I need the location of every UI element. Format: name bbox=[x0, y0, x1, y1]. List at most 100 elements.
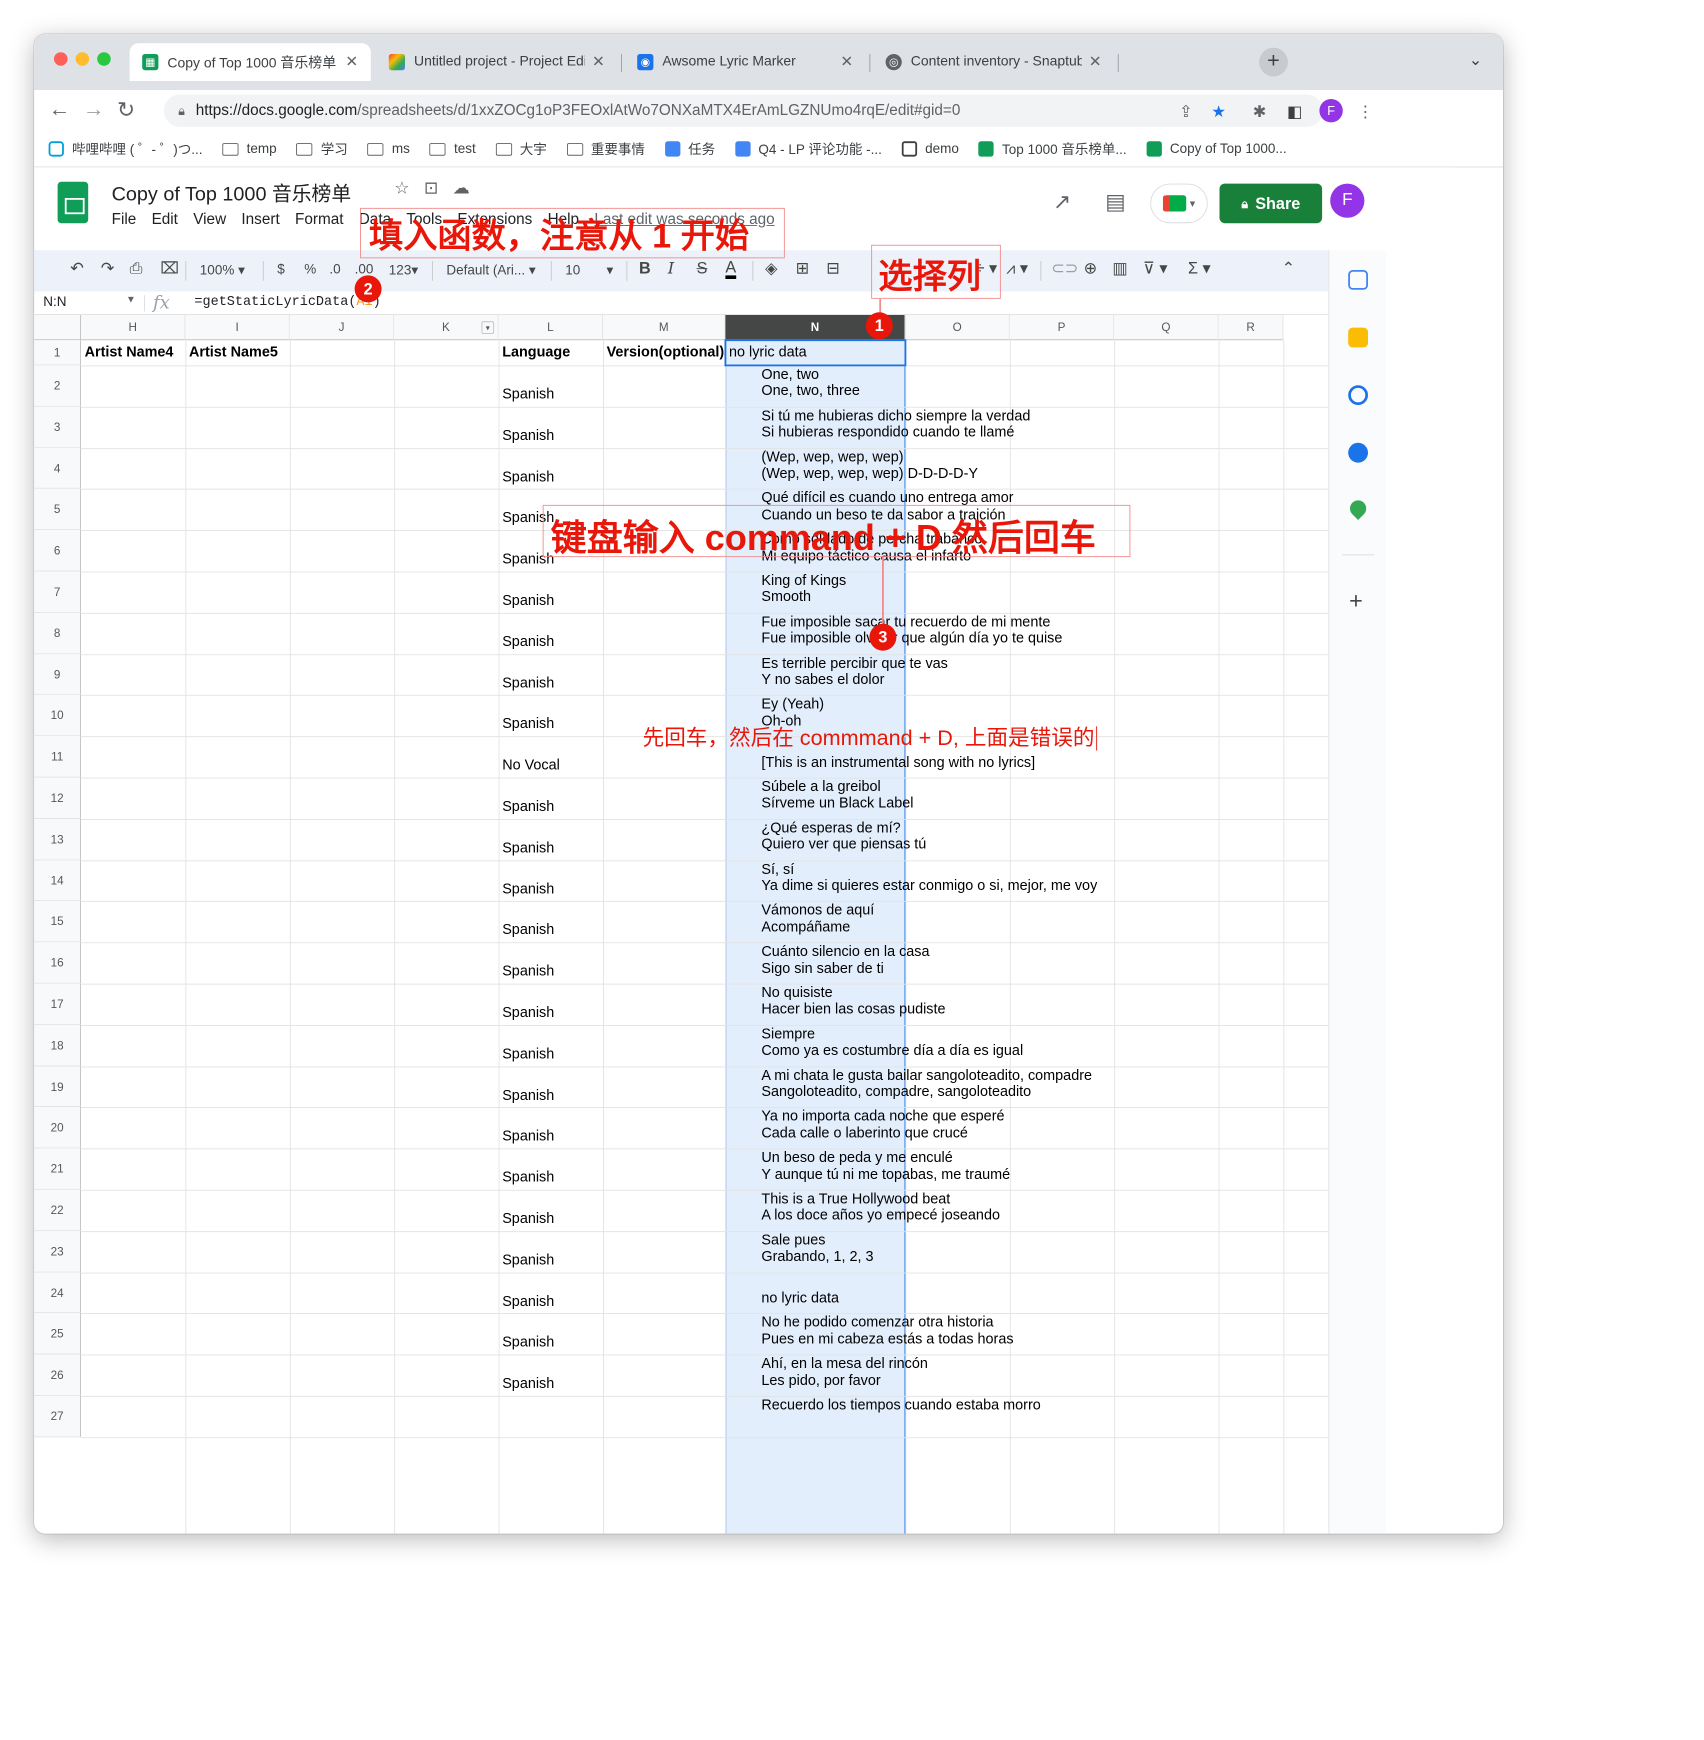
collapse-menus-chevron-icon[interactable]: ⌃ bbox=[1282, 259, 1296, 278]
lyric-cell[interactable]: This is a True Hollywood beat A los doce … bbox=[761, 1192, 1000, 1231]
account-avatar[interactable]: F bbox=[1330, 183, 1365, 218]
spreadsheet-grid[interactable]: H I J K ▾ L M N O P Q R 1 Artist Name4 Artist Name5 Lan… bbox=[34, 315, 1329, 1534]
lyric-cell[interactable]: King of Kings Smooth bbox=[761, 573, 846, 612]
cell-language[interactable]: Spanish bbox=[502, 387, 554, 403]
lyric-cell[interactable]: Ya no importa cada noche que esperé Cada … bbox=[761, 1109, 1004, 1148]
maps-pin-icon[interactable] bbox=[1346, 497, 1370, 520]
comment-history-icon[interactable]: ▤ bbox=[1105, 189, 1125, 215]
lyric-cell[interactable]: Vámonos de aquí Acompáñame bbox=[761, 903, 874, 942]
borders-icon[interactable]: ⊞ bbox=[796, 259, 810, 278]
calendar-icon[interactable] bbox=[1348, 270, 1368, 290]
cell-l1[interactable]: Language bbox=[502, 345, 570, 361]
row-header[interactable]: 18 bbox=[34, 1024, 81, 1067]
cell-language[interactable]: Spanish bbox=[502, 1253, 554, 1269]
lyric-cell[interactable]: Siempre Como ya es costumbre día a día es… bbox=[761, 1027, 1023, 1066]
lyric-cell[interactable]: Recuerdo los tiempos cuando estaba morro bbox=[761, 1398, 1040, 1437]
add-addon-icon[interactable]: + bbox=[1349, 587, 1363, 615]
keep-icon[interactable] bbox=[1348, 327, 1368, 348]
forward-arrow-icon[interactable]: → bbox=[83, 97, 105, 122]
filter-dropdown-icon[interactable]: ▾ bbox=[481, 321, 495, 334]
row-header[interactable]: 12 bbox=[34, 777, 81, 819]
lyric-cell[interactable]: Es terrible percibir que te vas Y no sabe… bbox=[761, 656, 947, 695]
cell-language[interactable]: Spanish bbox=[502, 428, 554, 444]
cell-language[interactable]: Spanish bbox=[502, 923, 554, 939]
column-header-h[interactable]: H bbox=[81, 315, 186, 341]
insert-comment-icon[interactable]: ⊕ bbox=[1084, 259, 1098, 278]
lyric-cell[interactable]: One, two One, two, three bbox=[761, 367, 859, 406]
row-header[interactable]: 19 bbox=[34, 1066, 81, 1108]
row-header[interactable]: 8 bbox=[34, 612, 81, 654]
formula-input[interactable]: =getStaticLyricData(A1) bbox=[194, 294, 380, 309]
row-header[interactable]: 25 bbox=[34, 1313, 81, 1355]
row-header[interactable]: 9 bbox=[34, 653, 81, 696]
row-header[interactable]: 23 bbox=[34, 1231, 81, 1273]
bookmark-bilibili[interactable]: 哔哩哔哩 ( ゜- ゜)つ... bbox=[48, 140, 203, 159]
row-header[interactable]: 26 bbox=[34, 1354, 81, 1396]
column-header-l[interactable]: L bbox=[498, 315, 603, 341]
cell-language[interactable]: Spanish bbox=[502, 1170, 554, 1186]
lyric-cell[interactable]: No he podido comenzar otra historia Pues … bbox=[761, 1315, 1013, 1354]
lyric-cell[interactable]: Sale pues Grabando, 1, 2, 3 bbox=[761, 1233, 873, 1272]
bookmark-folder-dayu[interactable]: 大宇 bbox=[495, 140, 547, 159]
cell-language[interactable]: Spanish bbox=[502, 1376, 554, 1392]
lyric-cell[interactable]: Si tú me hubieras dicho siempre la verda… bbox=[761, 408, 1030, 447]
tab-lyric-marker[interactable]: ◉ Awsome Lyric Marker ✕ bbox=[625, 43, 866, 81]
insert-link-icon[interactable]: ⊂⊃ bbox=[1051, 259, 1078, 278]
back-arrow-icon[interactable]: ← bbox=[49, 97, 71, 122]
address-bar[interactable]: 🔒︎ https://docs.google.com/spreadsheets/… bbox=[163, 94, 1323, 127]
cell-language[interactable]: Spanish bbox=[502, 634, 554, 650]
lyric-cell[interactable]: Cuánto silencio en la casa Sigo sin saber… bbox=[761, 944, 929, 983]
bold-button[interactable]: B bbox=[639, 259, 651, 278]
bookmark-folder-study[interactable]: 学习 bbox=[296, 140, 348, 159]
lyric-cell[interactable]: no lyric data bbox=[761, 1274, 839, 1313]
lyric-cell[interactable]: No quisiste Hacer bien las cosas pudiste bbox=[761, 986, 945, 1025]
tab-content-inventory[interactable]: ◎ Content inventory - Snaptube ✕ bbox=[873, 43, 1114, 81]
share-button[interactable]: 🔒︎ Share bbox=[1219, 183, 1323, 224]
select-all-corner[interactable] bbox=[34, 315, 81, 341]
maximize-window-button[interactable] bbox=[97, 52, 111, 66]
bookmark-demo[interactable]: demo bbox=[901, 141, 959, 157]
cell-language[interactable]: Spanish bbox=[502, 882, 554, 898]
bookmark-top1000[interactable]: Top 1000 音乐榜单... bbox=[978, 140, 1127, 159]
cell-language[interactable]: Spanish bbox=[502, 799, 554, 815]
cell-language[interactable]: Spanish bbox=[502, 1335, 554, 1351]
close-tab-icon[interactable]: ✕ bbox=[1089, 53, 1102, 71]
column-header-m[interactable]: M bbox=[603, 315, 726, 341]
contacts-icon[interactable] bbox=[1348, 442, 1368, 463]
bookmark-folder-important[interactable]: 重要事情 bbox=[566, 140, 645, 159]
font-size-select[interactable]: 10 ▾ bbox=[565, 262, 613, 278]
undo-icon[interactable]: ↶ bbox=[70, 259, 84, 278]
row-header[interactable]: 14 bbox=[34, 860, 81, 902]
cell-i1[interactable]: Artist Name5 bbox=[189, 345, 278, 361]
extensions-puzzle-icon[interactable]: ✱ bbox=[1253, 103, 1267, 122]
cell-m1[interactable]: Version(optional) bbox=[607, 345, 725, 361]
currency-format-button[interactable]: $ bbox=[277, 262, 285, 277]
new-tab-button[interactable]: + bbox=[1259, 47, 1288, 77]
fill-color-icon[interactable]: ◈ bbox=[765, 259, 777, 278]
column-header-i[interactable]: I bbox=[185, 315, 290, 341]
minimize-window-button[interactable] bbox=[75, 52, 90, 66]
italic-button[interactable]: I bbox=[668, 259, 674, 278]
row-header[interactable]: 11 bbox=[34, 736, 81, 778]
text-rotation-icon[interactable]: ⩘ ▾ bbox=[1006, 259, 1028, 278]
decrease-decimal-button[interactable]: .0 bbox=[329, 262, 340, 277]
lyric-cell[interactable]: (Wep, wep, wep, wep) (Wep, wep, wep, wep)… bbox=[761, 450, 978, 489]
close-tab-icon[interactable]: ✕ bbox=[592, 53, 605, 71]
row-header[interactable]: 13 bbox=[34, 818, 81, 861]
tab-search-chevron-icon[interactable]: ⌄ bbox=[1469, 50, 1483, 69]
insert-chart-icon[interactable]: ▥ bbox=[1112, 259, 1127, 278]
column-header-p[interactable]: P bbox=[1009, 315, 1115, 341]
menu-insert[interactable]: Insert bbox=[241, 211, 279, 229]
cell-language[interactable]: Spanish bbox=[502, 1047, 554, 1063]
cell-language[interactable]: Spanish bbox=[502, 1294, 554, 1310]
row-header[interactable]: 24 bbox=[34, 1272, 81, 1314]
cell-language[interactable]: Spanish bbox=[502, 469, 554, 485]
cell-h1[interactable]: Artist Name4 bbox=[85, 345, 174, 361]
column-header-q[interactable]: Q bbox=[1114, 315, 1219, 341]
zoom-select[interactable]: 100% ▾ bbox=[200, 262, 245, 278]
row-header[interactable]: 3 bbox=[34, 406, 81, 448]
side-panel-icon[interactable]: ◧ bbox=[1287, 103, 1302, 122]
font-select[interactable]: Default (Ari... ▾ bbox=[446, 262, 535, 278]
meet-button[interactable]: ▾ bbox=[1150, 183, 1208, 224]
bookmark-tasks[interactable]: 任务 bbox=[664, 140, 715, 159]
